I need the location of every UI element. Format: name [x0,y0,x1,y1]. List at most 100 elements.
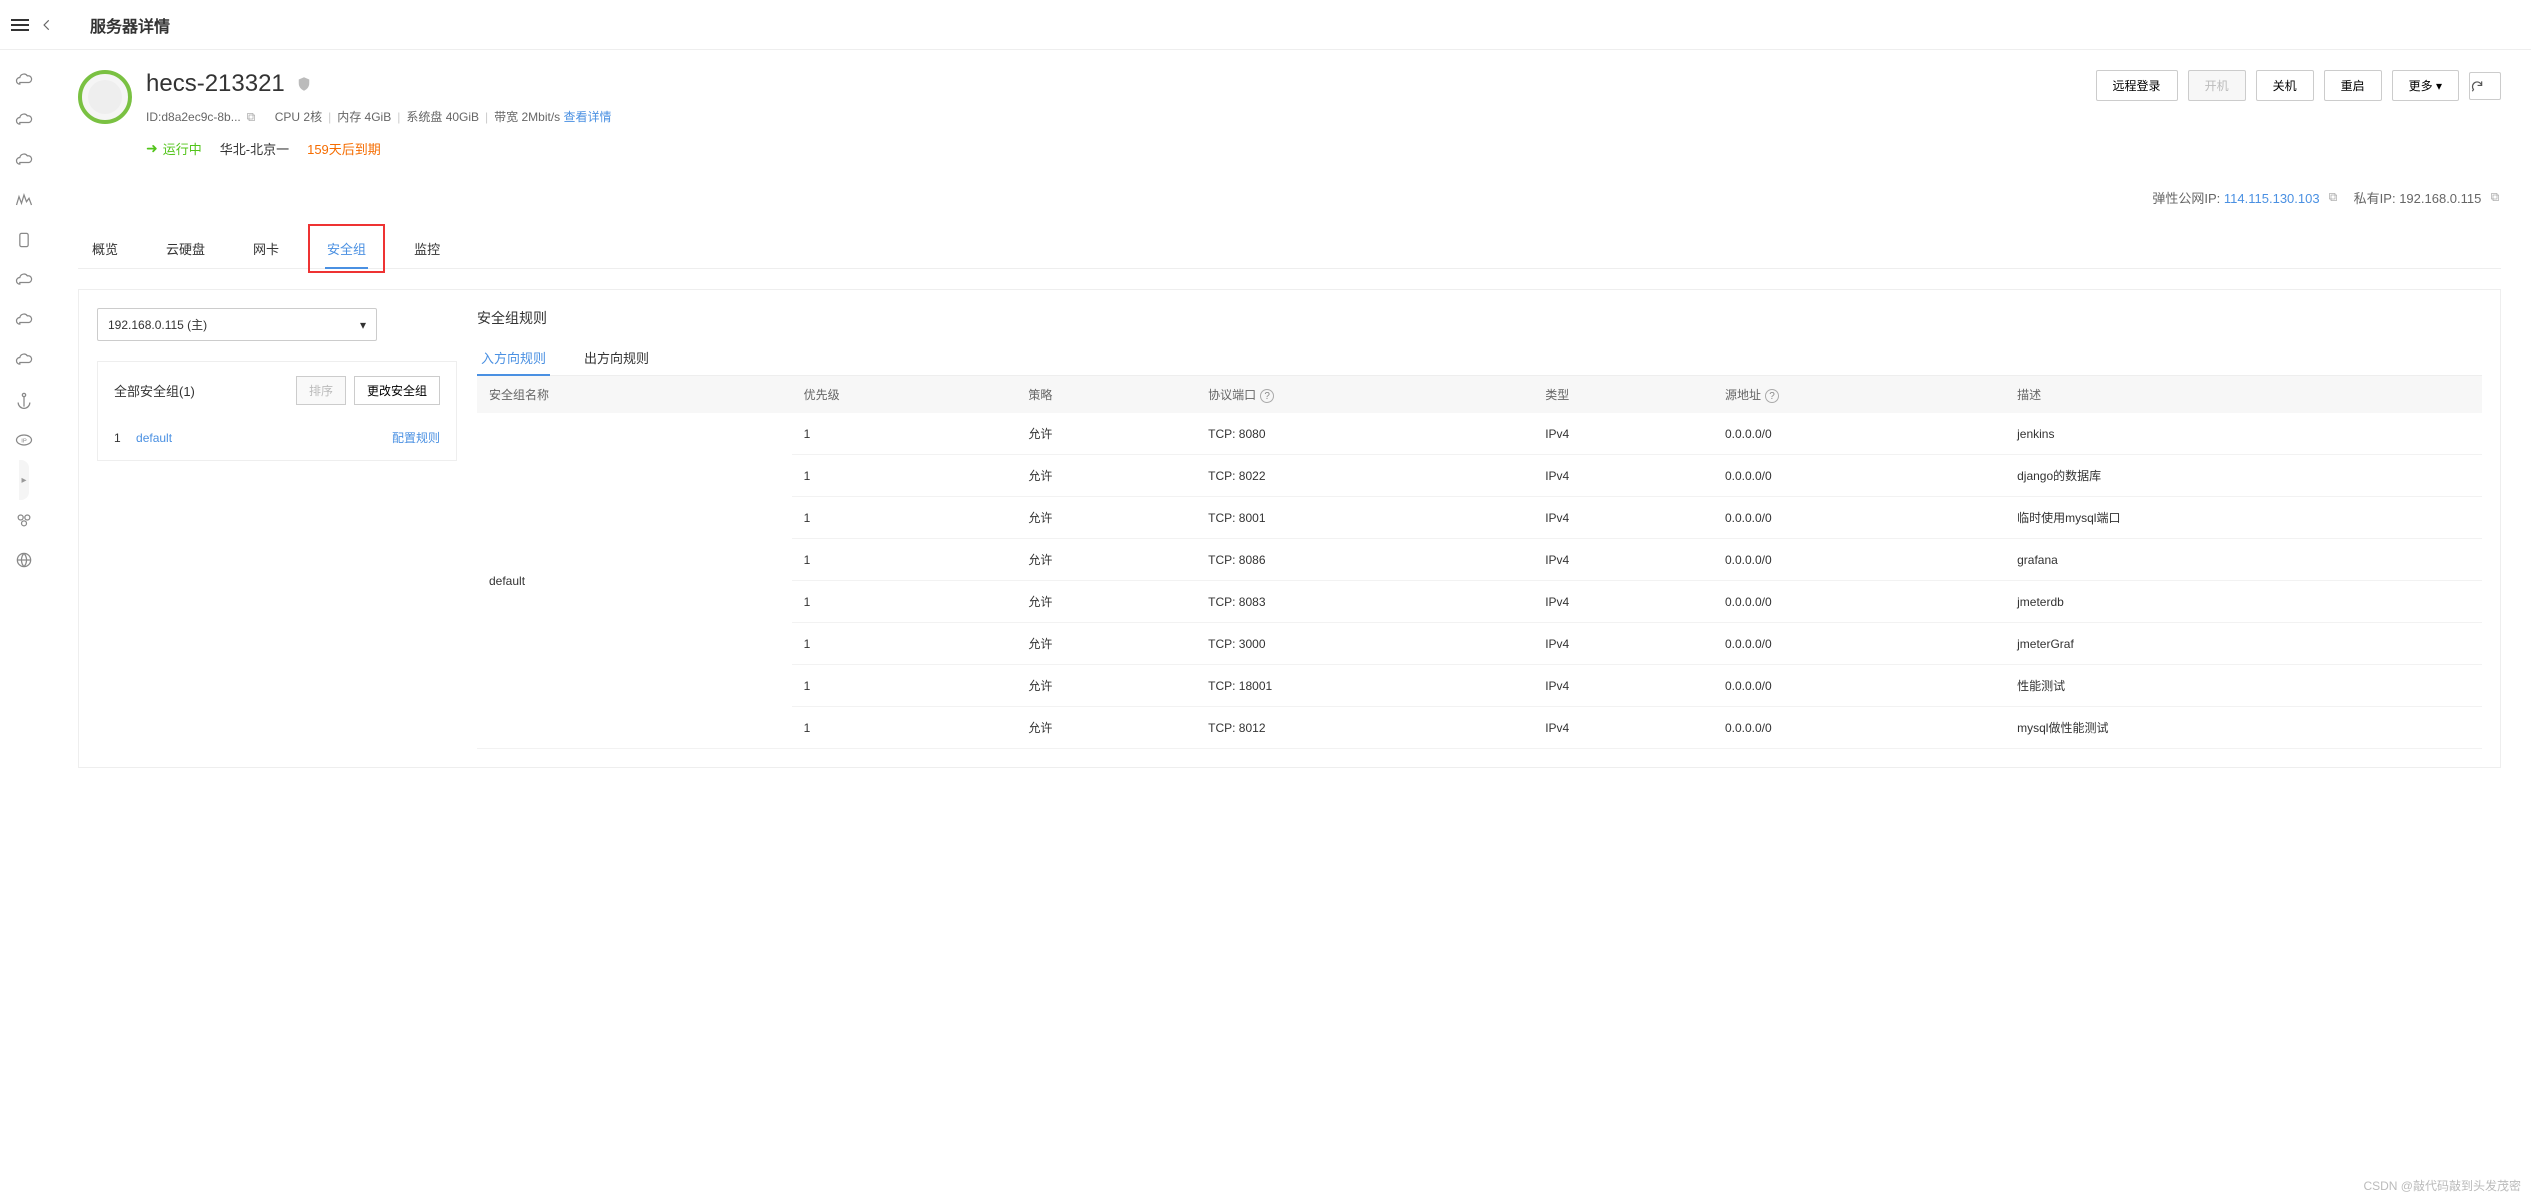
refresh-button[interactable] [2469,72,2501,100]
more-actions-button[interactable]: 更多 ▾ [2392,70,2459,101]
sidebar-expand-handle[interactable]: ▸ [19,460,29,500]
eip-value-link[interactable]: 114.115.130.103 [2224,191,2320,206]
cell-type: IPv4 [1533,413,1713,455]
cloud-icon-6[interactable] [12,348,36,372]
cell-policy: 允许 [1016,413,1196,455]
restart-button[interactable]: 重启 [2324,70,2382,101]
status-text: 运行中 [163,139,202,158]
cell-desc: 性能测试 [2005,665,2482,707]
cell-policy: 允许 [1016,581,1196,623]
device-icon[interactable] [12,228,36,252]
cell-policy: 允许 [1016,623,1196,665]
help-icon[interactable]: ? [1260,389,1274,403]
cloud-icon-5[interactable] [12,308,36,332]
chevron-down-icon: ▾ [2436,79,2442,93]
globe-icon[interactable] [12,548,36,572]
spec-disk: 系统盘 40GiB [406,108,479,125]
copy-pip-icon[interactable] [2489,191,2501,203]
cell-priority: 1 [792,581,1017,623]
watermark: CSDN @敲代码敲到头发茂密 [2363,1177,2521,1194]
cell-source: 0.0.0.0/0 [1713,497,2005,539]
hamburger-menu-button[interactable] [0,16,40,34]
cell-protocol: TCP: 8080 [1196,413,1533,455]
sg-list-item: 1 default 配置规则 [114,429,440,446]
tab-security-group[interactable]: 安全组 [313,229,380,268]
copy-id-icon[interactable] [245,111,257,123]
cell-protocol: TCP: 8022 [1196,455,1533,497]
cell-source: 0.0.0.0/0 [1713,707,2005,749]
ip-badge-icon[interactable]: IP [12,428,36,452]
col-protocol-port: 协议端口? [1196,376,1533,413]
back-button[interactable] [40,18,80,32]
wave-icon[interactable] [12,188,36,212]
shield-icon [295,75,313,93]
cell-desc: jenkins [2005,413,2482,455]
spec-bw: 带宽 2Mbit/s [494,108,560,125]
cloud-icon-4[interactable] [12,268,36,292]
cell-type: IPv4 [1533,623,1713,665]
remote-login-button[interactable]: 远程登录 [2096,70,2178,101]
refresh-icon [2470,79,2484,93]
help-icon[interactable]: ? [1765,389,1779,403]
view-detail-link[interactable]: 查看详情 [564,108,612,125]
cell-priority: 1 [792,497,1017,539]
sidebar: IP ▸ [0,50,48,768]
nic-select-value: 192.168.0.115 (主) [108,316,207,333]
subtab-outbound[interactable]: 出方向规则 [580,340,653,375]
cell-type: IPv4 [1533,707,1713,749]
tab-monitoring[interactable]: 监控 [400,229,454,268]
sg-config-link[interactable]: 配置规则 [392,429,440,446]
cell-policy: 允许 [1016,455,1196,497]
svg-text:IP: IP [21,439,27,445]
server-id-value: d8a2ec9c-8b... [161,110,240,124]
cell-protocol: TCP: 8001 [1196,497,1533,539]
cell-desc: jmeterdb [2005,581,2482,623]
table-row: default1允许TCP: 8080IPv40.0.0.0/0jenkins [477,413,2482,455]
cloud-icon-3[interactable] [12,148,36,172]
nic-select-dropdown[interactable]: 192.168.0.115 (主) ▾ [97,308,377,341]
cell-priority: 1 [792,623,1017,665]
cell-protocol: TCP: 8012 [1196,707,1533,749]
cell-priority: 1 [792,413,1017,455]
cloud-icon-1[interactable] [12,68,36,92]
cell-type: IPv4 [1533,581,1713,623]
tab-nic[interactable]: 网卡 [239,229,293,268]
tab-overview[interactable]: 概览 [78,229,132,268]
cell-sg-name: default [477,413,792,749]
col-description: 描述 [2005,376,2482,413]
eip-label: 弹性公网IP: [2152,191,2220,206]
cluster-icon[interactable] [12,508,36,532]
tab-disk[interactable]: 云硬盘 [152,229,219,268]
chevron-down-icon: ▾ [360,318,366,332]
cell-desc: jmeterGraf [2005,623,2482,665]
spec-mem: 内存 4GiB [337,108,391,125]
cell-source: 0.0.0.0/0 [1713,413,2005,455]
cell-type: IPv4 [1533,665,1713,707]
copy-eip-icon[interactable] [2327,191,2339,203]
cell-source: 0.0.0.0/0 [1713,581,2005,623]
rules-table: 安全组名称 优先级 策略 协议端口? 类型 源地址? 描述 default1允许… [477,376,2482,749]
subtab-inbound[interactable]: 入方向规则 [477,340,550,375]
cell-source: 0.0.0.0/0 [1713,455,2005,497]
cell-protocol: TCP: 18001 [1196,665,1533,707]
change-sg-button[interactable]: 更改安全组 [354,376,440,405]
cell-type: IPv4 [1533,497,1713,539]
status-dot-icon: ➜ [146,140,158,157]
cell-policy: 允许 [1016,497,1196,539]
cell-protocol: TCP: 8083 [1196,581,1533,623]
server-name: hecs-213321 [146,70,285,98]
cell-source: 0.0.0.0/0 [1713,623,2005,665]
cell-policy: 允许 [1016,539,1196,581]
cloud-icon-2[interactable] [12,108,36,132]
sg-name-link[interactable]: default [136,431,172,445]
anchor-icon[interactable] [12,388,36,412]
cell-priority: 1 [792,539,1017,581]
cell-priority: 1 [792,665,1017,707]
cell-desc: 临时使用mysql端口 [2005,497,2482,539]
chevron-left-icon [40,18,54,32]
col-policy: 策略 [1016,376,1196,413]
power-off-button[interactable]: 关机 [2256,70,2314,101]
server-id-label: ID: [146,110,161,124]
cell-desc: grafana [2005,539,2482,581]
cell-policy: 允许 [1016,707,1196,749]
